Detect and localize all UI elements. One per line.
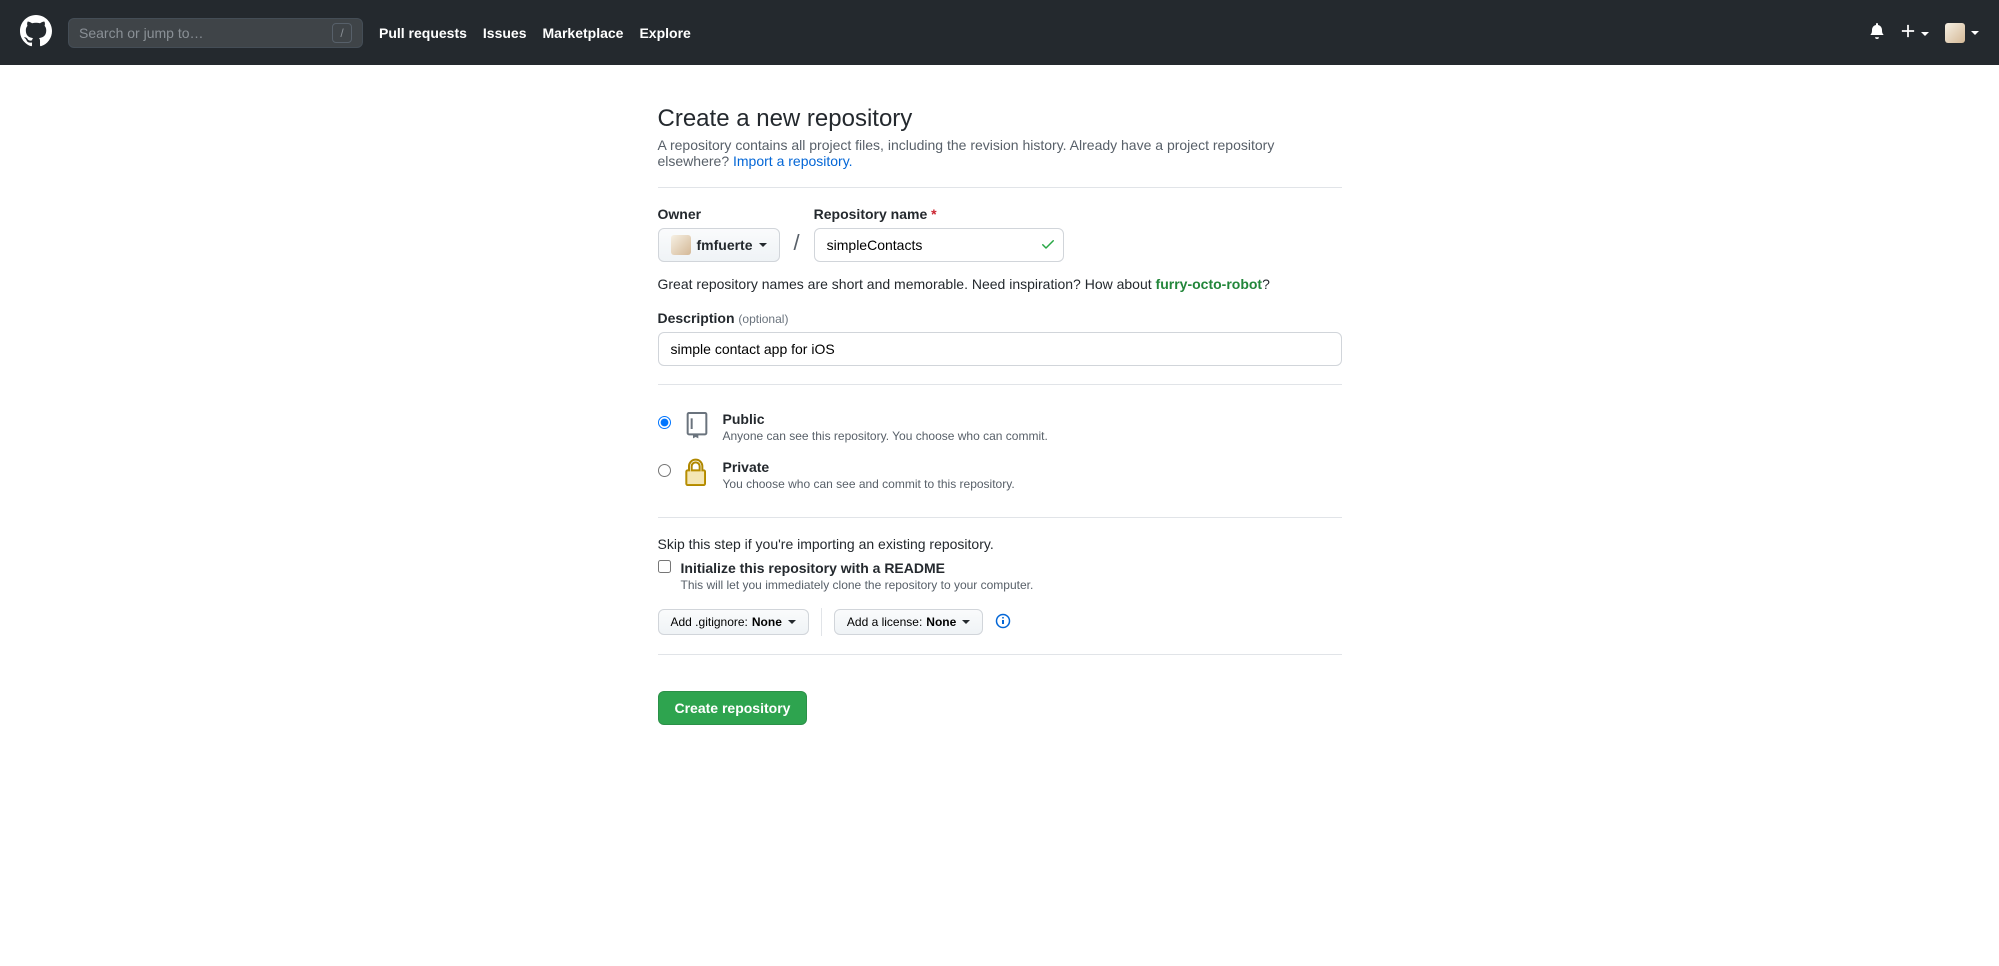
description-field: Description (optional) — [658, 310, 1342, 366]
gitignore-dropdown[interactable]: Add .gitignore: None — [658, 609, 809, 635]
license-dropdown[interactable]: Add a license: None — [834, 609, 983, 635]
caret-down-icon — [788, 620, 796, 624]
slash-key-hint: / — [332, 23, 352, 43]
primary-nav: Pull requests Issues Marketplace Explore — [379, 25, 691, 41]
visibility-public-note: Anyone can see this repository. You choo… — [723, 429, 1048, 443]
repo-icon — [681, 409, 713, 441]
user-avatar-icon — [1945, 23, 1965, 43]
visibility-options: Public Anyone can see this repository. Y… — [658, 403, 1342, 499]
initialize-readme-title: Initialize this repository with a README — [681, 560, 945, 576]
repo-name-label: Repository name * — [814, 206, 1064, 222]
header-right — [1869, 23, 1979, 43]
search-input-wrapper[interactable]: / — [68, 18, 363, 48]
page-title: Create a new repository — [658, 105, 1342, 133]
caret-down-icon — [962, 620, 970, 624]
lock-icon — [681, 457, 713, 489]
nav-issues[interactable]: Issues — [483, 25, 527, 41]
divider — [821, 608, 822, 636]
repo-name-input[interactable] — [814, 228, 1064, 262]
owner-label: Owner — [658, 206, 780, 222]
user-menu-dropdown[interactable] — [1945, 23, 1979, 43]
visibility-private-title: Private — [723, 459, 770, 475]
page-subhead: A repository contains all project files,… — [658, 137, 1342, 169]
divider — [658, 654, 1342, 655]
visibility-public-radio[interactable] — [658, 416, 671, 429]
divider — [658, 384, 1342, 385]
main-content: Create a new repository A repository con… — [650, 105, 1350, 765]
divider — [658, 187, 1342, 188]
notifications-icon[interactable] — [1869, 23, 1885, 42]
import-repository-link[interactable]: Import a repository. — [733, 153, 853, 169]
initialize-readme-option[interactable]: Initialize this repository with a README… — [658, 560, 1342, 592]
repo-name-helper: Great repository names are short and mem… — [658, 276, 1342, 292]
owner-select[interactable]: fmfuerte — [658, 228, 780, 262]
owner-field: Owner fmfuerte — [658, 206, 780, 262]
initialize-readme-note: This will let you immediately clone the … — [681, 578, 1034, 592]
check-icon — [1040, 236, 1056, 255]
initialize-readme-checkbox[interactable] — [658, 560, 671, 573]
skip-import-text: Skip this step if you're importing an ex… — [658, 536, 1342, 552]
github-logo-icon[interactable] — [20, 15, 52, 50]
slash-separator: / — [790, 230, 804, 262]
owner-repo-row: Owner fmfuerte / Repository name * — [658, 206, 1342, 262]
description-label: Description (optional) — [658, 310, 789, 326]
description-input[interactable] — [658, 332, 1342, 366]
nav-pull-requests[interactable]: Pull requests — [379, 25, 467, 41]
info-icon[interactable] — [995, 613, 1011, 632]
nav-explore[interactable]: Explore — [639, 25, 690, 41]
global-header: / Pull requests Issues Marketplace Explo… — [0, 0, 1999, 65]
repo-name-suggestion[interactable]: furry-octo-robot — [1156, 276, 1263, 292]
owner-avatar-icon — [671, 235, 691, 255]
create-new-dropdown[interactable] — [1901, 24, 1929, 41]
caret-down-icon — [759, 243, 767, 247]
visibility-private-note: You choose who can see and commit to thi… — [723, 477, 1015, 491]
repo-name-field: Repository name * — [814, 206, 1064, 262]
divider — [658, 517, 1342, 518]
search-input[interactable] — [79, 25, 332, 41]
visibility-private-radio[interactable] — [658, 464, 671, 477]
visibility-private-option[interactable]: Private You choose who can see and commi… — [658, 451, 1342, 499]
init-dropdown-row: Add .gitignore: None Add a license: None — [658, 608, 1342, 636]
nav-marketplace[interactable]: Marketplace — [543, 25, 624, 41]
owner-value: fmfuerte — [697, 237, 753, 253]
visibility-public-option[interactable]: Public Anyone can see this repository. Y… — [658, 403, 1342, 451]
create-repository-button[interactable]: Create repository — [658, 691, 808, 725]
visibility-public-title: Public — [723, 411, 765, 427]
